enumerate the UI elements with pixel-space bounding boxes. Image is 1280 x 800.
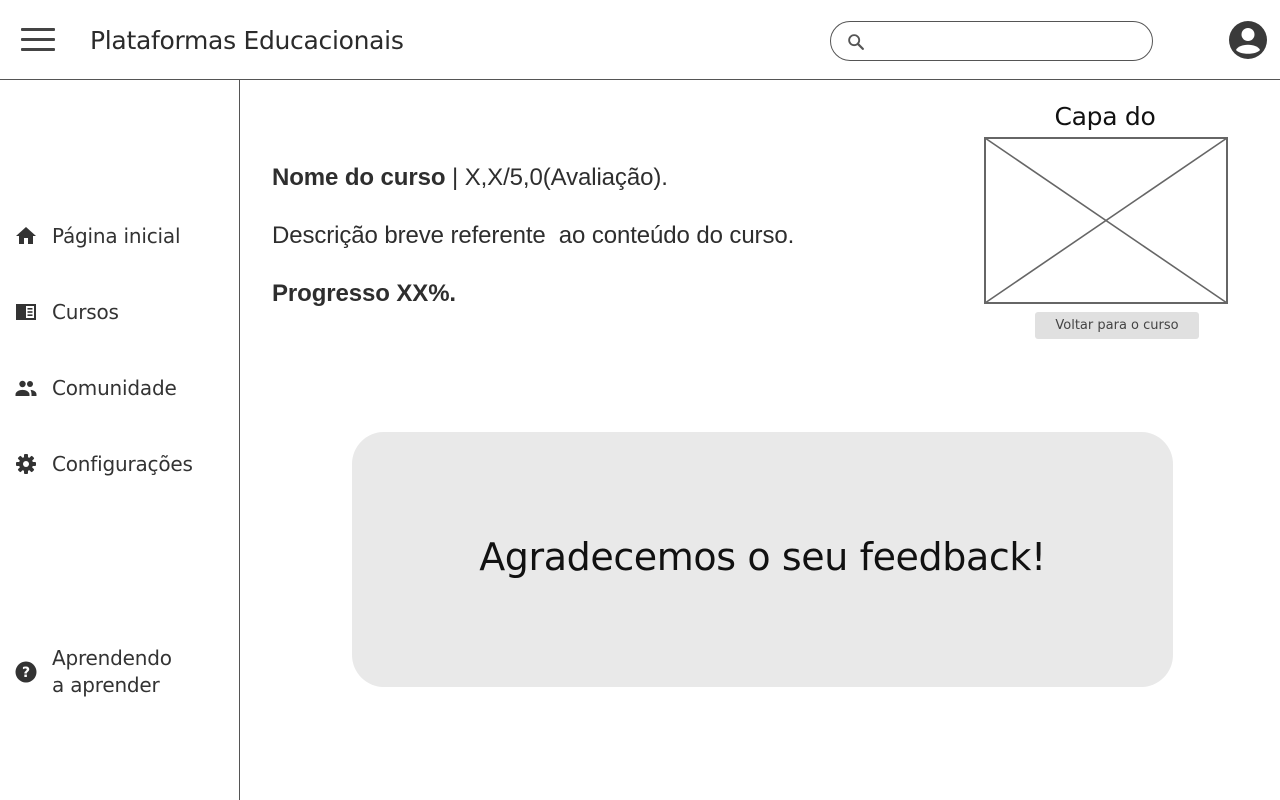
- course-cover-image-placeholder: [984, 137, 1228, 304]
- sidebar-item-label: Comunidade: [52, 376, 177, 400]
- sidebar-item-label: Aprendendo a aprender: [52, 646, 172, 697]
- search-input[interactable]: [875, 28, 1141, 54]
- search-box[interactable]: [830, 21, 1153, 61]
- sidebar-item-settings[interactable]: Configurações: [0, 441, 239, 485]
- course-title-line: Nome do curso | X,X/5,0(Avaliação).: [272, 164, 668, 192]
- rating-separator: |: [445, 164, 465, 191]
- courses-icon: [16, 304, 36, 320]
- back-to-course-button[interactable]: Voltar para o curso: [1035, 312, 1199, 339]
- sidebar: Página inicial Cursos Comunidade Configu…: [0, 80, 240, 800]
- feedback-message: Agradecemos o seu feedback!: [479, 535, 1046, 579]
- course-name: Nome do curso: [272, 164, 446, 191]
- home-icon: [16, 227, 36, 244]
- top-bar: Plataformas Educacionais: [0, 0, 1280, 80]
- sidebar-item-label: Página inicial: [52, 224, 181, 248]
- account-circle-icon[interactable]: [1228, 20, 1268, 60]
- course-rating: X,X/5,0(Avaliação).: [464, 164, 668, 191]
- sidebar-item-learning-to-learn[interactable]: ? Aprendendo a aprender: [0, 640, 239, 704]
- people-icon: [15, 380, 37, 396]
- gear-icon: [16, 454, 36, 474]
- main-content: Nome do curso | X,X/5,0(Avaliação). Desc…: [240, 80, 1280, 800]
- sidebar-item-label: Configurações: [52, 452, 193, 476]
- sidebar-item-home[interactable]: Página inicial: [0, 213, 239, 257]
- svg-text:?: ?: [22, 665, 30, 681]
- sidebar-item-courses[interactable]: Cursos: [0, 289, 239, 333]
- sidebar-item-community[interactable]: Comunidade: [0, 365, 239, 409]
- course-description: Descrição breve referente ao conteúdo do…: [272, 222, 795, 249]
- sidebar-item-label: Cursos: [52, 300, 119, 324]
- help-icon: ?: [15, 661, 37, 683]
- search-icon: [848, 34, 864, 50]
- course-progress: Progresso XX%.: [272, 280, 457, 307]
- hamburger-menu-icon[interactable]: [21, 28, 55, 52]
- feedback-thanks-panel: Agradecemos o seu feedback!: [352, 432, 1173, 687]
- app-title: Plataformas Educacionais: [90, 26, 404, 55]
